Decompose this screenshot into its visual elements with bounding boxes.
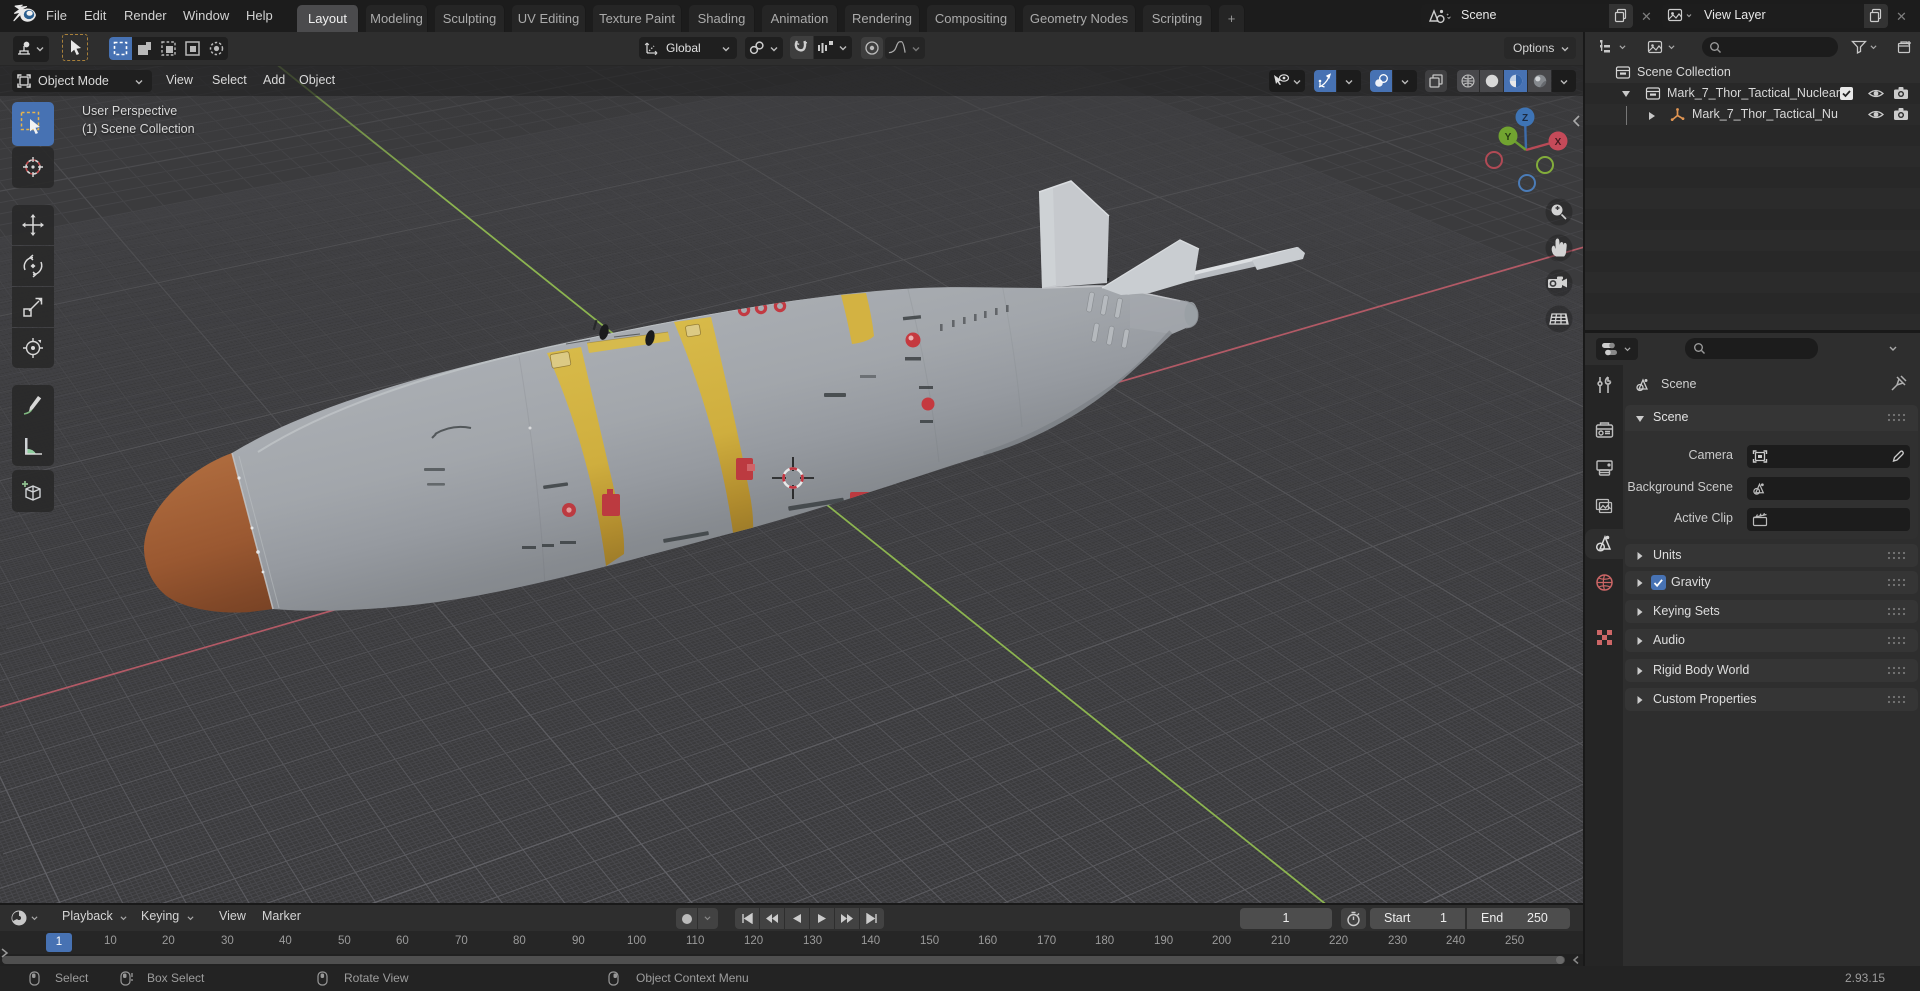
svg-text:X: X xyxy=(1555,137,1562,148)
svg-text:Z: Z xyxy=(1522,113,1528,124)
svg-text:Y: Y xyxy=(1505,132,1512,143)
